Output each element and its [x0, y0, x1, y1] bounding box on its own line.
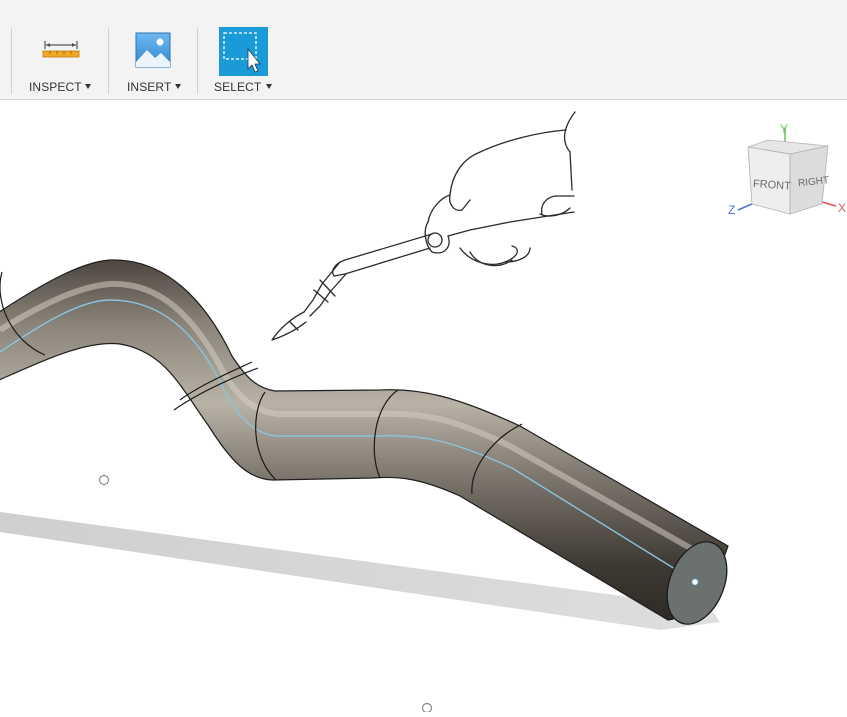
- measure-ruler-icon: [42, 36, 80, 60]
- insert-button[interactable]: INSERT: [125, 26, 185, 96]
- select-button[interactable]: SELECT: [212, 26, 276, 96]
- point-marker[interactable]: [98, 474, 110, 486]
- axis-y-label: Y: [780, 122, 788, 136]
- view-cube-right-label: RIGHT: [798, 175, 830, 189]
- canvas-viewport[interactable]: FRONT RIGHT Y Z X: [0, 100, 847, 714]
- toolbar: INSPECT INSERT SELECT: [0, 0, 847, 100]
- toolbar-separator: [197, 28, 198, 94]
- inspect-label: INSPECT: [29, 80, 82, 94]
- chevron-down-icon: [266, 84, 272, 89]
- torch-hand-sketch[interactable]: [271, 103, 576, 368]
- axis-z-label: Z: [728, 203, 735, 217]
- chevron-down-icon: [175, 84, 181, 89]
- centerline-endpoint[interactable]: [691, 578, 699, 586]
- view-cube[interactable]: FRONT RIGHT Y Z X: [728, 122, 846, 217]
- toolbar-separator: [108, 28, 109, 94]
- image-canvas-icon: [135, 32, 171, 68]
- chevron-down-icon: [85, 84, 91, 89]
- point-marker[interactable]: [421, 702, 433, 714]
- insert-label: INSERT: [127, 80, 172, 94]
- selection-cursor-icon: [219, 27, 268, 76]
- select-label: SELECT: [214, 80, 262, 94]
- axis-x-label: X: [838, 201, 846, 215]
- inspect-button[interactable]: INSPECT: [28, 26, 94, 96]
- toolbar-separator: [11, 28, 12, 94]
